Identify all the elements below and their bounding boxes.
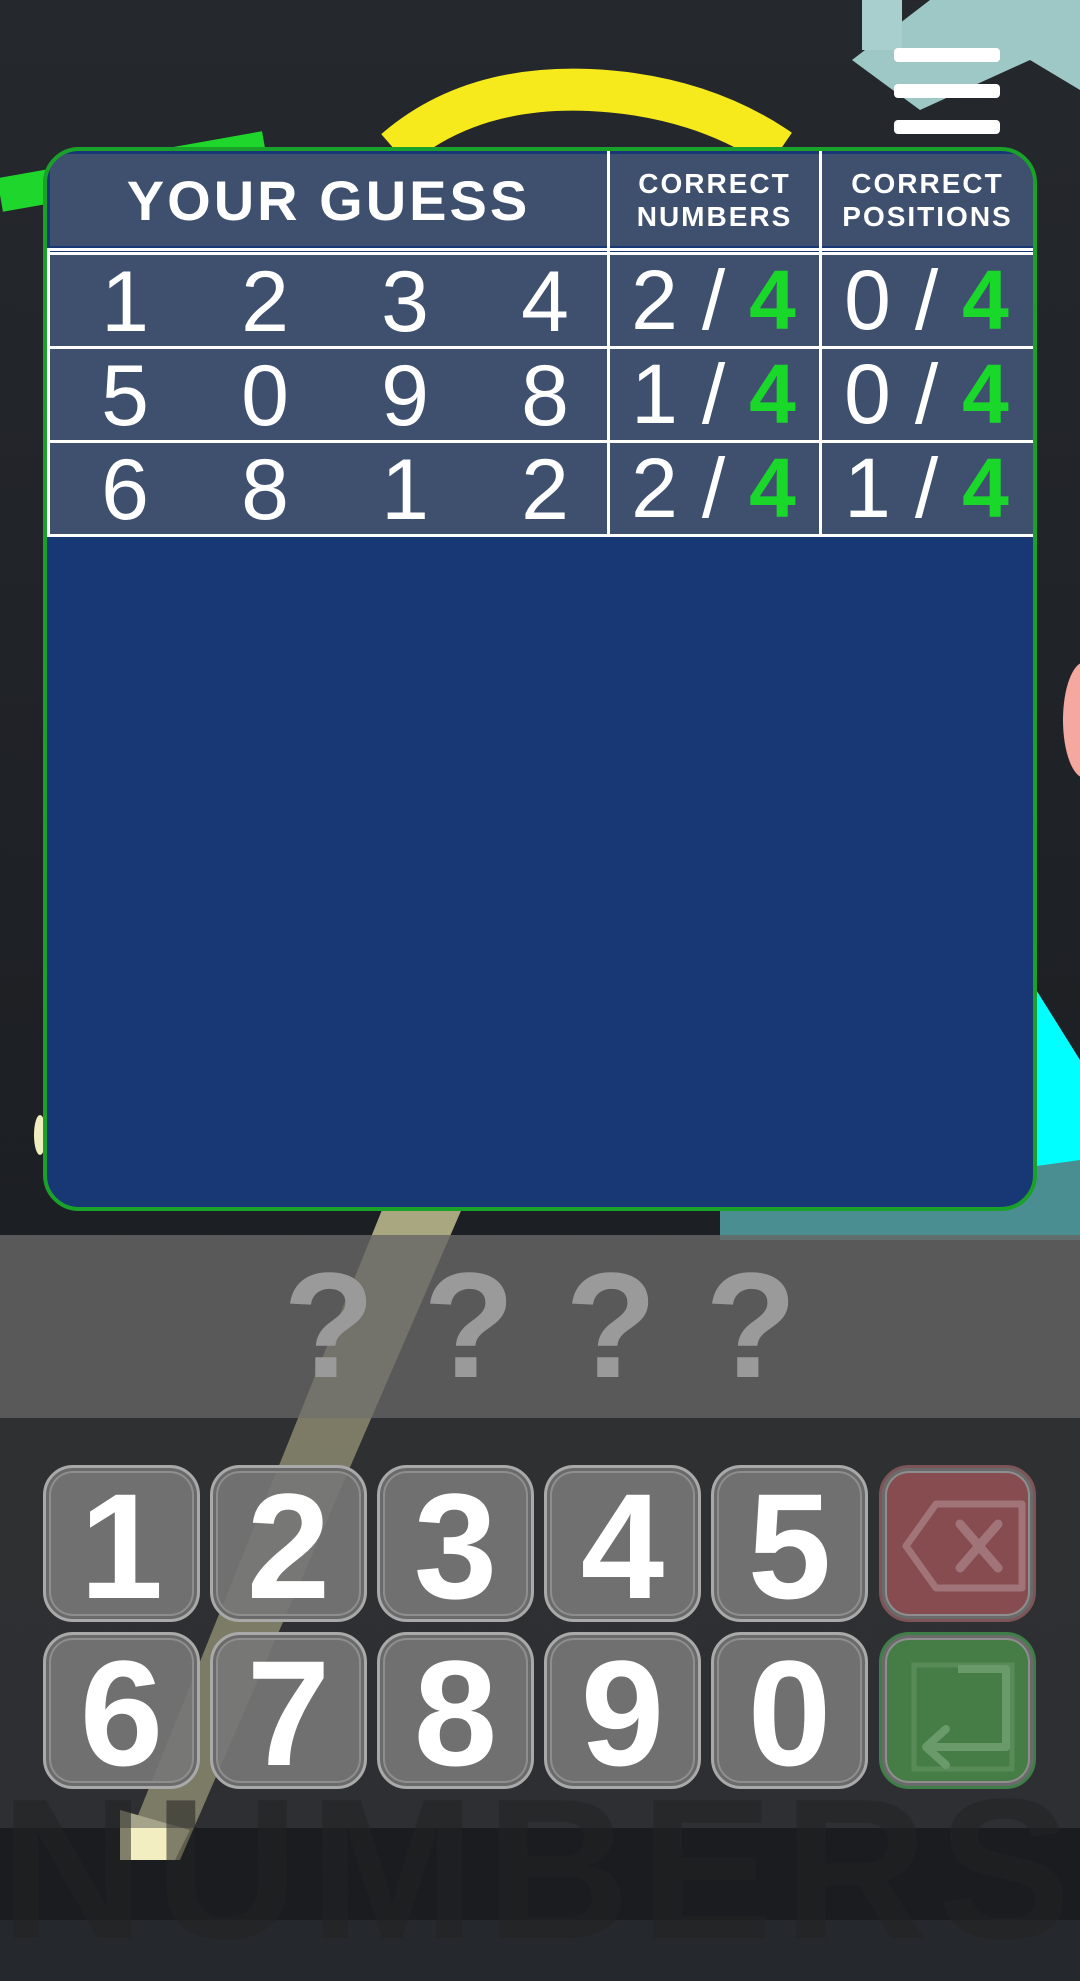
key-9[interactable]: 9 (544, 1632, 701, 1792)
guess-digit: 1 (101, 254, 149, 350)
key-3[interactable]: 3 (377, 1465, 534, 1625)
menu-bar-middle (894, 84, 1000, 98)
guess-history-board: YOUR GUESS CORRECT NUMBERS CORRECT POSIT… (43, 147, 1037, 1211)
key-6[interactable]: 6 (43, 1632, 200, 1792)
score-separator: / (701, 253, 728, 347)
current-guess-bar (0, 1235, 1080, 1418)
header-correct-numbers: CORRECT NUMBERS (610, 154, 819, 246)
grid-line (819, 151, 822, 537)
score-correct: 1 (631, 347, 680, 441)
guess-row-3: 6 8 1 2 (50, 442, 607, 538)
grid-line (1033, 248, 1036, 537)
score-separator: / (914, 347, 941, 441)
key-8[interactable]: 8 (377, 1632, 534, 1792)
grid-line (50, 346, 1033, 349)
correct-numbers-score: 2/4 (610, 253, 819, 347)
score-separator: / (701, 347, 728, 441)
score-correct: 2 (631, 441, 680, 535)
grid-line (50, 440, 1033, 443)
score-total: 4 (962, 441, 1011, 535)
score-total: 4 (749, 441, 798, 535)
enter-button[interactable] (879, 1632, 1036, 1789)
correct-positions-score: 1/4 (822, 441, 1033, 535)
menu-bar-top (894, 48, 1000, 62)
menu-button[interactable] (890, 46, 1006, 138)
grid-line (607, 151, 610, 537)
guess-digit: 2 (521, 442, 569, 538)
key-7[interactable]: 7 (210, 1632, 367, 1792)
watermark-text: NUMBERS (0, 1758, 1080, 1981)
guess-digit: 0 (241, 348, 289, 444)
guess-digit: 1 (381, 442, 429, 538)
correct-positions-score: 0/4 (822, 347, 1033, 441)
guess-digit: 4 (521, 254, 569, 350)
grid-line (50, 252, 1033, 255)
salmon-shape (1063, 663, 1080, 777)
key-5[interactable]: 5 (711, 1465, 868, 1625)
score-total: 4 (749, 253, 798, 347)
mint-bar (862, 0, 902, 50)
guess-digit: 5 (101, 348, 149, 444)
guess-slot-3: ? (565, 1241, 657, 1409)
score-correct: 1 (844, 441, 893, 535)
score-total: 4 (962, 253, 1011, 347)
guess-digit: 9 (381, 348, 429, 444)
guess-row-2: 5 0 9 8 (50, 348, 607, 444)
grid-line (50, 534, 1033, 537)
correct-numbers-score: 1/4 (610, 347, 819, 441)
guess-row-1: 1 2 3 4 (50, 254, 607, 350)
score-correct: 0 (844, 347, 893, 441)
guess-digit: 8 (521, 348, 569, 444)
enter-return-icon (911, 1662, 1015, 1772)
yellow-arc (381, 68, 792, 168)
score-separator: / (701, 441, 728, 535)
score-separator: / (914, 253, 941, 347)
score-separator: / (914, 441, 941, 535)
score-total: 4 (962, 347, 1011, 441)
grid-line (47, 248, 50, 537)
backspace-icon (902, 1500, 1026, 1592)
grid-line (50, 248, 1033, 251)
key-1[interactable]: 1 (43, 1465, 200, 1625)
score-correct: 0 (844, 253, 893, 347)
key-4[interactable]: 4 (544, 1465, 701, 1625)
header-your-guess: YOUR GUESS (50, 154, 607, 246)
score-total: 4 (749, 347, 798, 441)
guess-digit: 3 (381, 254, 429, 350)
guess-digit: 2 (241, 254, 289, 350)
header-correct-positions: CORRECT POSITIONS (822, 154, 1033, 246)
guess-digit: 6 (101, 442, 149, 538)
correct-numbers-score: 2/4 (610, 441, 819, 535)
guess-slot-2: ? (423, 1241, 515, 1409)
delete-button[interactable] (879, 1465, 1036, 1622)
correct-positions-score: 0/4 (822, 253, 1033, 347)
key-0[interactable]: 0 (711, 1632, 868, 1792)
key-2[interactable]: 2 (210, 1465, 367, 1625)
guess-slot-1: ? (283, 1241, 375, 1409)
menu-bar-bottom (894, 120, 1000, 134)
score-correct: 2 (631, 253, 680, 347)
guess-slot-4: ? (705, 1241, 797, 1409)
guess-digit: 8 (241, 442, 289, 538)
